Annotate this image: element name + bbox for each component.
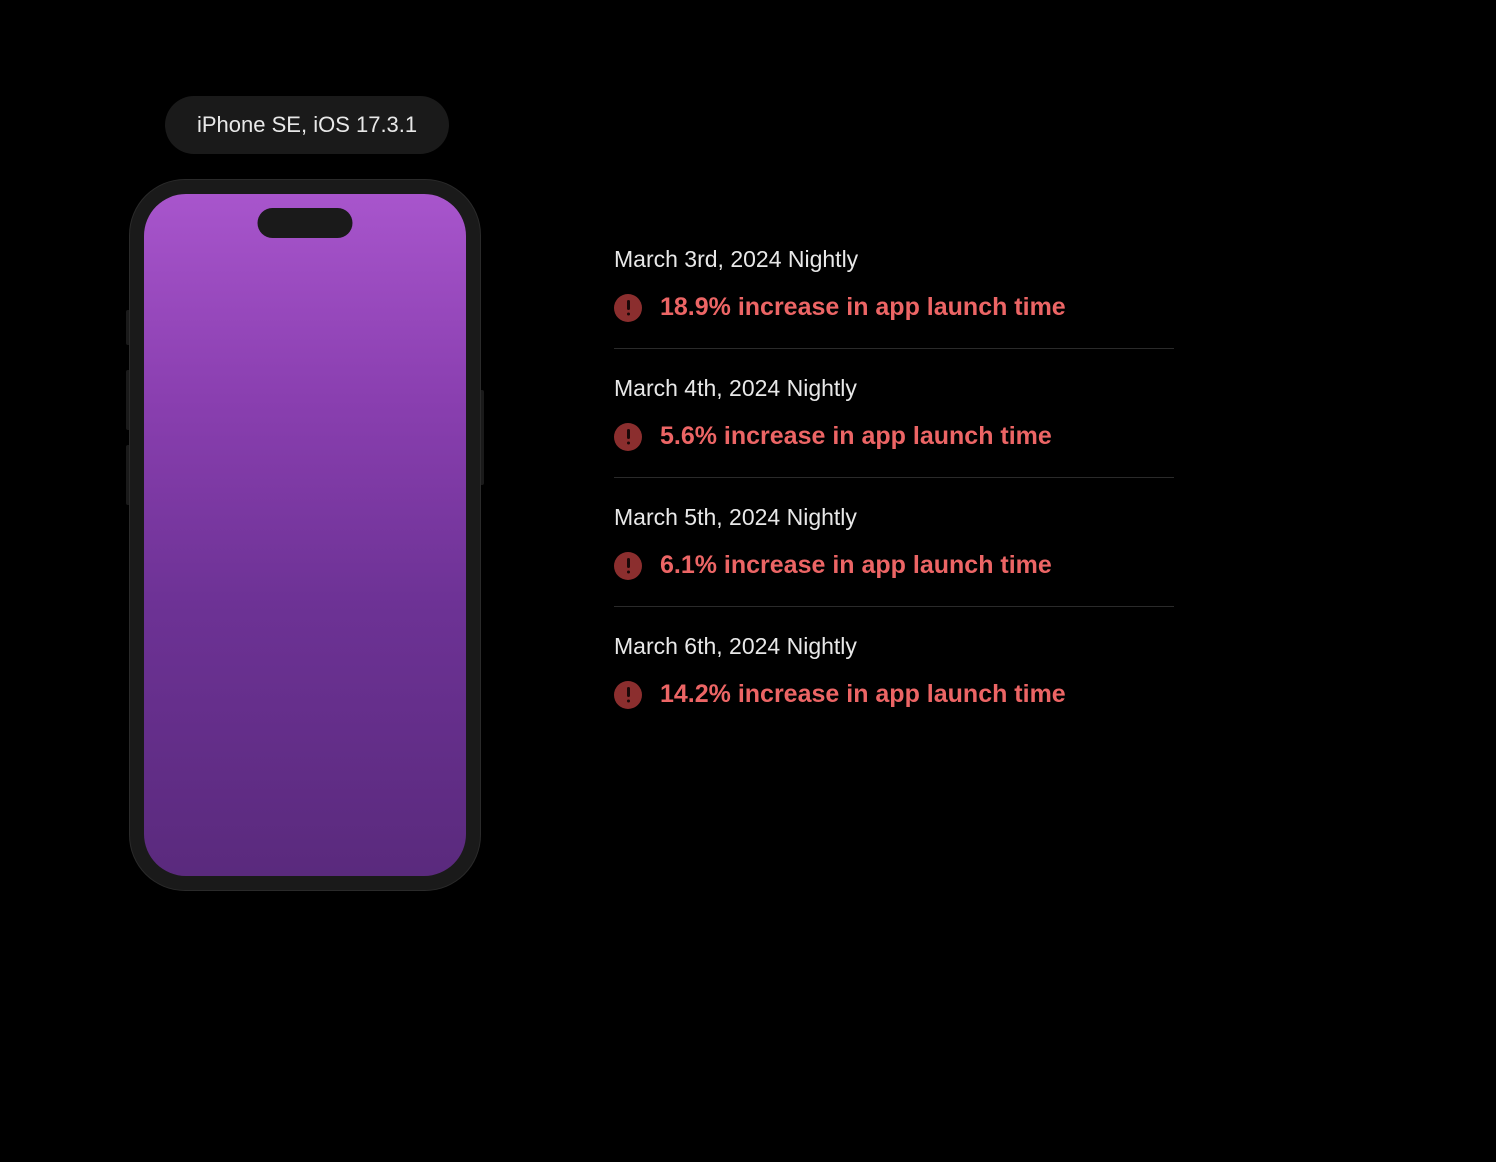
- phone-frame: [130, 180, 480, 890]
- alert-icon: [614, 294, 642, 322]
- metric-alert-text: 18.9% increase in app launch time: [660, 293, 1066, 322]
- phone-power-button: [480, 390, 484, 485]
- metric-alert-row: 5.6% increase in app launch time: [614, 422, 1174, 451]
- metric-alert-text: 6.1% increase in app launch time: [660, 551, 1052, 580]
- alert-icon: [614, 423, 642, 451]
- phone-screen: [144, 194, 466, 876]
- metric-alert-row: 14.2% increase in app launch time: [614, 680, 1174, 709]
- metric-date: March 5th, 2024 Nightly: [614, 504, 1174, 531]
- dynamic-island: [258, 208, 353, 238]
- metric-alert-row: 6.1% increase in app launch time: [614, 551, 1174, 580]
- metric-item: March 5th, 2024 Nightly 6.1% increase in…: [614, 478, 1174, 607]
- phone-mockup: [130, 180, 480, 890]
- metric-date: March 6th, 2024 Nightly: [614, 633, 1174, 660]
- alert-icon: [614, 681, 642, 709]
- metric-alert-text: 14.2% increase in app launch time: [660, 680, 1066, 709]
- device-label-text: iPhone SE, iOS 17.3.1: [197, 112, 417, 137]
- metric-date: March 4th, 2024 Nightly: [614, 375, 1174, 402]
- metrics-panel: March 3rd, 2024 Nightly 18.9% increase i…: [614, 220, 1174, 735]
- metric-date: March 3rd, 2024 Nightly: [614, 246, 1174, 273]
- metric-item: March 6th, 2024 Nightly 14.2% increase i…: [614, 607, 1174, 735]
- metric-alert-text: 5.6% increase in app launch time: [660, 422, 1052, 451]
- metric-alert-row: 18.9% increase in app launch time: [614, 293, 1174, 322]
- metric-item: March 3rd, 2024 Nightly 18.9% increase i…: [614, 220, 1174, 349]
- alert-icon: [614, 552, 642, 580]
- device-label-pill: iPhone SE, iOS 17.3.1: [165, 96, 449, 154]
- metric-item: March 4th, 2024 Nightly 5.6% increase in…: [614, 349, 1174, 478]
